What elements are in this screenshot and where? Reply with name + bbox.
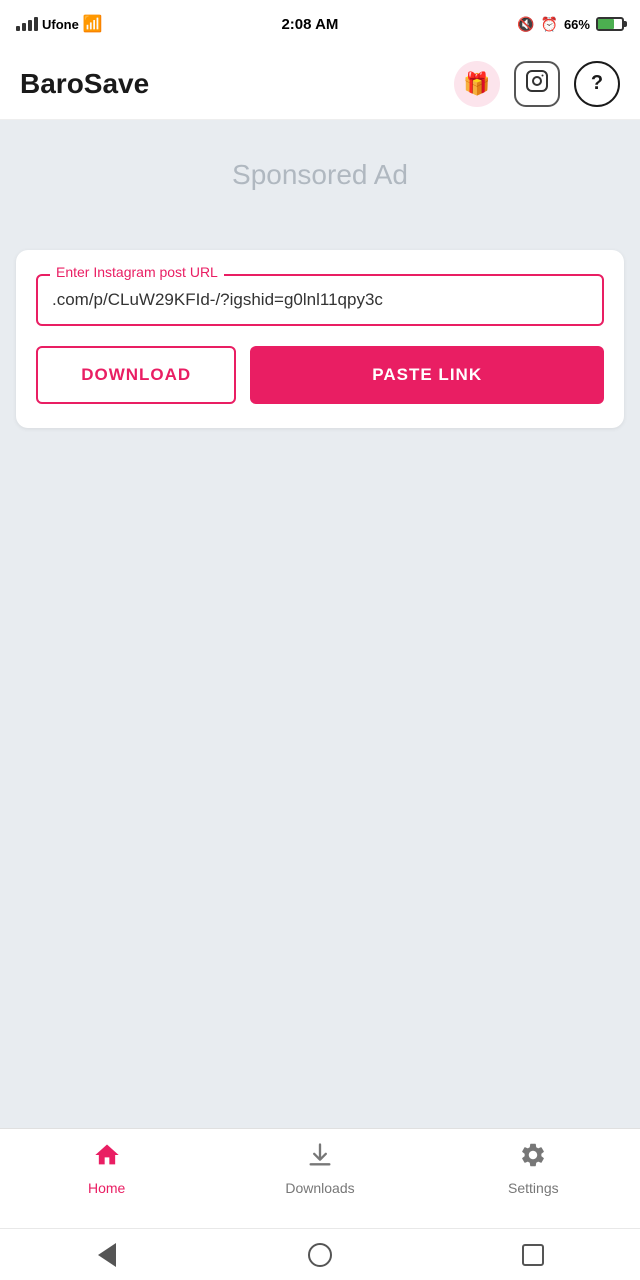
instagram-icon — [525, 69, 549, 99]
status-time: 2:08 AM — [281, 16, 338, 33]
instagram-button[interactable] — [514, 61, 560, 107]
settings-icon — [519, 1141, 547, 1176]
home-system-icon — [308, 1243, 332, 1267]
nav-item-downloads[interactable]: Downloads — [213, 1141, 426, 1196]
ad-banner: Sponsored Ad — [0, 120, 640, 230]
url-card: Enter Instagram post URL DOWNLOAD PASTE … — [16, 250, 624, 428]
recents-icon — [522, 1244, 544, 1266]
carrier-label: Ufone — [42, 17, 79, 32]
bottom-nav: Home Downloads Settings — [0, 1128, 640, 1228]
url-input-label: Enter Instagram post URL — [50, 264, 224, 280]
app-logo: BaroSave — [20, 68, 149, 100]
header-icons: 🎁 ? — [454, 61, 620, 107]
wifi-icon: 📶 — [83, 14, 103, 34]
signal-icon — [16, 17, 38, 31]
status-bar: Ufone 📶 2:08 AM 🔇 ⏰ 66% — [0, 0, 640, 48]
home-icon — [93, 1141, 121, 1176]
downloads-icon — [306, 1141, 334, 1176]
gift-icon: 🎁 — [463, 71, 490, 97]
alarm-icon: ⏰ — [541, 16, 558, 33]
nav-item-home[interactable]: Home — [0, 1141, 213, 1196]
recents-button[interactable] — [515, 1237, 551, 1273]
nav-label-home: Home — [88, 1180, 125, 1196]
back-button[interactable] — [89, 1237, 125, 1273]
app-header: BaroSave 🎁 ? — [0, 48, 640, 120]
paste-link-button[interactable]: PASTE LINK — [250, 346, 604, 404]
back-icon — [98, 1243, 116, 1267]
nav-item-settings[interactable]: Settings — [427, 1141, 640, 1196]
main-content: Enter Instagram post URL DOWNLOAD PASTE … — [0, 230, 640, 1128]
download-button[interactable]: DOWNLOAD — [36, 346, 236, 404]
nav-label-downloads: Downloads — [285, 1180, 354, 1196]
system-nav — [0, 1228, 640, 1280]
url-input-wrapper: Enter Instagram post URL — [36, 274, 604, 326]
gift-button[interactable]: 🎁 — [454, 61, 500, 107]
buttons-row: DOWNLOAD PASTE LINK — [36, 346, 604, 404]
url-input[interactable] — [52, 286, 588, 310]
battery-icon — [596, 17, 624, 31]
status-left: Ufone 📶 — [16, 14, 103, 34]
status-right: 🔇 ⏰ 66% — [517, 16, 624, 33]
help-button[interactable]: ? — [574, 61, 620, 107]
battery-percent: 66% — [564, 17, 590, 32]
nav-label-settings: Settings — [508, 1180, 559, 1196]
help-icon: ? — [591, 72, 603, 95]
ad-text: Sponsored Ad — [232, 159, 408, 191]
volume-icon: 🔇 — [517, 16, 534, 33]
home-button[interactable] — [302, 1237, 338, 1273]
